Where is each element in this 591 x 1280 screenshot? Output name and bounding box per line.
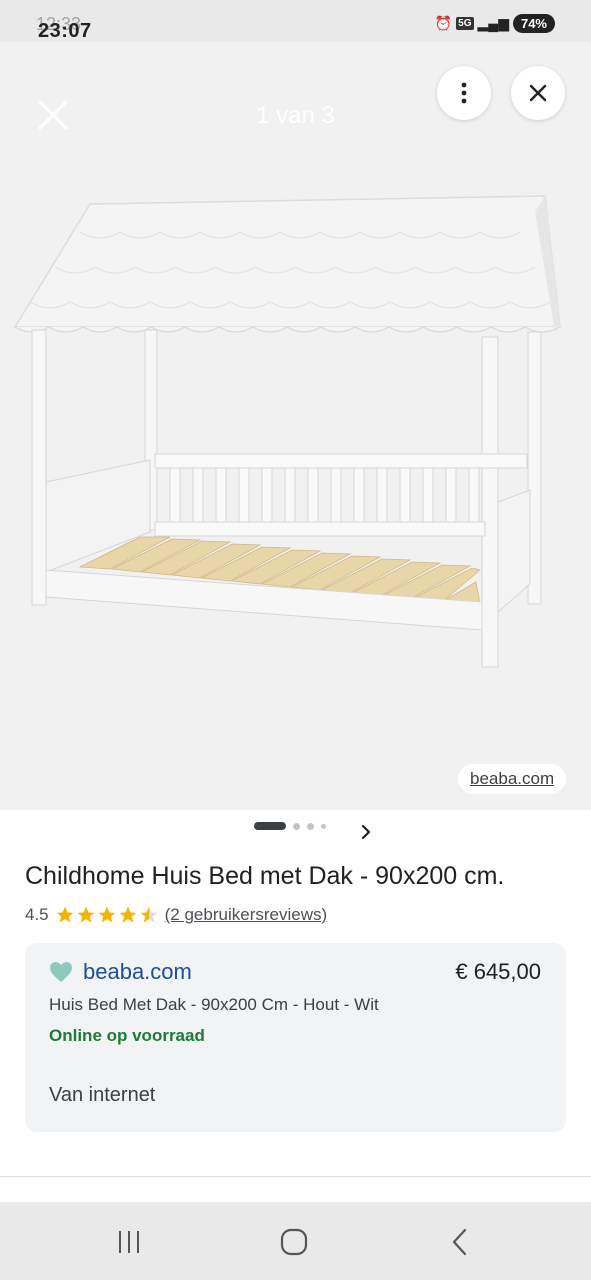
- product-image[interactable]: [10, 192, 570, 682]
- divider: [0, 1176, 591, 1177]
- status-bar: 12:33 23:07 ⏰ 5G ▂▄▆ 74%: [0, 0, 591, 42]
- home-icon: [280, 1228, 308, 1256]
- image-source-link[interactable]: beaba.com: [458, 764, 567, 794]
- star-icon: [56, 906, 73, 923]
- close-icon: [529, 84, 547, 102]
- offer-price: € 645,00: [455, 959, 541, 984]
- star-half-icon: [140, 906, 157, 923]
- offer-description: Huis Bed Met Dak - 90x200 Cm - Hout - Wi…: [49, 995, 379, 1014]
- offer-card[interactable]: beaba.com € 645,00 Huis Bed Met Dak - 90…: [25, 943, 566, 1132]
- alarm-icon: ⏰: [434, 15, 453, 31]
- back-icon: [452, 1228, 467, 1256]
- rating-value: 4.5: [25, 905, 49, 924]
- home-button[interactable]: [274, 1226, 314, 1258]
- more-options-button[interactable]: [437, 66, 491, 120]
- back-button[interactable]: [440, 1226, 480, 1258]
- network-icon: 5G: [456, 17, 474, 30]
- star-icon: [98, 906, 115, 923]
- recent-apps-button[interactable]: [109, 1226, 149, 1258]
- image-viewer[interactable]: 1 van 3 beaba.com: [0, 42, 591, 810]
- star-icon: [119, 906, 136, 923]
- carousel-pager: [254, 822, 326, 830]
- merchant-row[interactable]: beaba.com: [49, 959, 192, 985]
- system-nav-bar: [0, 1202, 591, 1280]
- stock-status: Online op voorraad: [49, 1026, 205, 1045]
- chevron-right-icon[interactable]: [358, 822, 374, 842]
- reviews-link[interactable]: (2 gebruikersreviews): [165, 905, 328, 925]
- pager-dot: [293, 822, 300, 830]
- pager-dot-active: [254, 822, 286, 830]
- close-button[interactable]: [511, 66, 565, 120]
- more-vert-icon: [461, 82, 467, 104]
- merchant-name[interactable]: beaba.com: [83, 959, 192, 985]
- status-time: 23:07: [38, 20, 92, 42]
- recent-apps-icon: [119, 1231, 139, 1253]
- star-icon: [77, 906, 94, 923]
- signal-icon: ▂▄▆: [477, 15, 509, 31]
- pager-dot: [321, 823, 326, 829]
- status-icons: ⏰ 5G ▂▄▆ 74%: [435, 14, 555, 33]
- pager-dot: [307, 822, 314, 830]
- source-note: Van internet: [49, 1084, 156, 1106]
- rating-stars: [55, 905, 159, 925]
- rating-row: 4.5 (2 gebruikersreviews): [25, 905, 327, 925]
- battery-indicator: 74%: [512, 14, 555, 33]
- product-title: Childhome Huis Bed met Dak - 90x200 cm.: [25, 862, 505, 890]
- merchant-heart-icon: [50, 962, 72, 982]
- image-counter: 1 van 3: [256, 102, 335, 129]
